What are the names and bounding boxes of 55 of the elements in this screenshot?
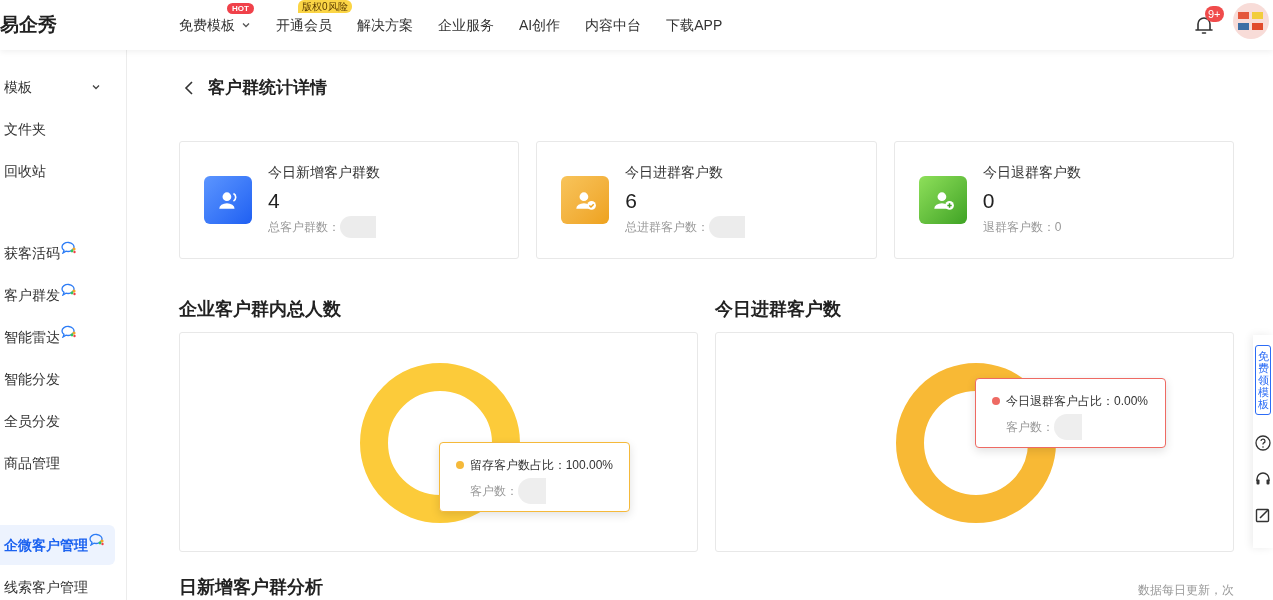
stat-value: 0 xyxy=(982,188,996,214)
sidebar-item[interactable]: 智能分发 xyxy=(0,359,115,399)
update-note: 数据每日更新，次 xyxy=(1138,582,1234,598)
nav-link[interactable]: 开通会员 xyxy=(276,14,332,36)
nav-link[interactable]: 下载APP xyxy=(666,14,723,36)
chat-bubble-icon xyxy=(88,532,105,546)
chart-title: 企业客户群内总人数 xyxy=(179,298,342,321)
chevron-down-icon xyxy=(241,20,251,30)
sidebar-item[interactable]: 线索客户管理 xyxy=(0,567,115,600)
stat-subtitle: 总客户群数： xyxy=(268,219,340,236)
chat-bubble-icon xyxy=(60,324,77,338)
nav-link[interactable]: 企业服务 xyxy=(438,14,494,36)
stat-title: 今日进群客户数 xyxy=(625,163,725,182)
chat-bubble-icon xyxy=(60,240,77,254)
back-icon[interactable] xyxy=(184,81,194,95)
nav-link[interactable]: 免费模板 xyxy=(179,14,251,36)
sidebar-item[interactable]: 模板 xyxy=(0,67,115,107)
sidebar-item[interactable]: 全员分发 xyxy=(0,401,115,441)
sidebar-item[interactable]: 回收站 xyxy=(0,151,115,191)
nav-link[interactable]: 解决方案 xyxy=(357,14,413,36)
stat-value: 6 xyxy=(625,188,638,214)
notification-badge: 9+ xyxy=(1205,6,1224,22)
tooltip-label: 今日退群客户占比：0.00% xyxy=(1006,393,1149,410)
nav-link[interactable]: AI创作 xyxy=(519,14,561,36)
tooltip-label: 留存客户数占比：100.00% xyxy=(469,457,613,474)
sidebar-item[interactable]: 客户群发 xyxy=(0,275,115,315)
headset-icon[interactable] xyxy=(1255,471,1271,488)
tooltip-sublabel: 客户数： xyxy=(1006,419,1054,436)
logo[interactable]: 易企秀 xyxy=(0,10,179,40)
stat-subtitle: 退群客户数：0 xyxy=(982,219,1062,236)
section-title: 日新增客户群分析 xyxy=(179,576,323,598)
stat-icon xyxy=(204,176,252,224)
sidebar-item[interactable]: 文件夹 xyxy=(0,109,115,149)
stat-value: 4 xyxy=(268,188,281,214)
sidebar-item[interactable]: 智能雷达 xyxy=(0,317,115,357)
tooltip-sublabel: 客户数： xyxy=(470,483,518,500)
sidebar-item[interactable]: 企微客户管理 xyxy=(0,525,115,565)
nav-badge: 版权0风险 xyxy=(298,0,352,13)
stat-title: 今日退群客户数 xyxy=(982,163,1081,182)
sidebar-item[interactable]: 获客活码 xyxy=(0,233,115,273)
chart-title: 今日进群客户数 xyxy=(715,298,842,321)
stat-icon xyxy=(918,176,967,224)
help-icon[interactable] xyxy=(1255,435,1271,452)
chat-bubble-icon xyxy=(60,282,77,296)
stat-icon xyxy=(561,176,610,224)
promo-tab[interactable]: 免费领模板 xyxy=(1255,345,1271,416)
page-title: 客户群统计详情 xyxy=(208,77,327,100)
nav-link[interactable]: 内容中台 xyxy=(585,14,642,36)
sidebar-item[interactable]: 商品管理 xyxy=(0,443,115,483)
nav-badge: HOT xyxy=(227,2,254,14)
stat-title: 今日新增客户群数 xyxy=(268,163,380,182)
edit-icon[interactable] xyxy=(1255,507,1271,524)
chevron-down-icon xyxy=(91,82,101,92)
avatar-icon[interactable] xyxy=(1233,3,1269,39)
stat-subtitle: 总进群客户数： xyxy=(625,219,710,236)
